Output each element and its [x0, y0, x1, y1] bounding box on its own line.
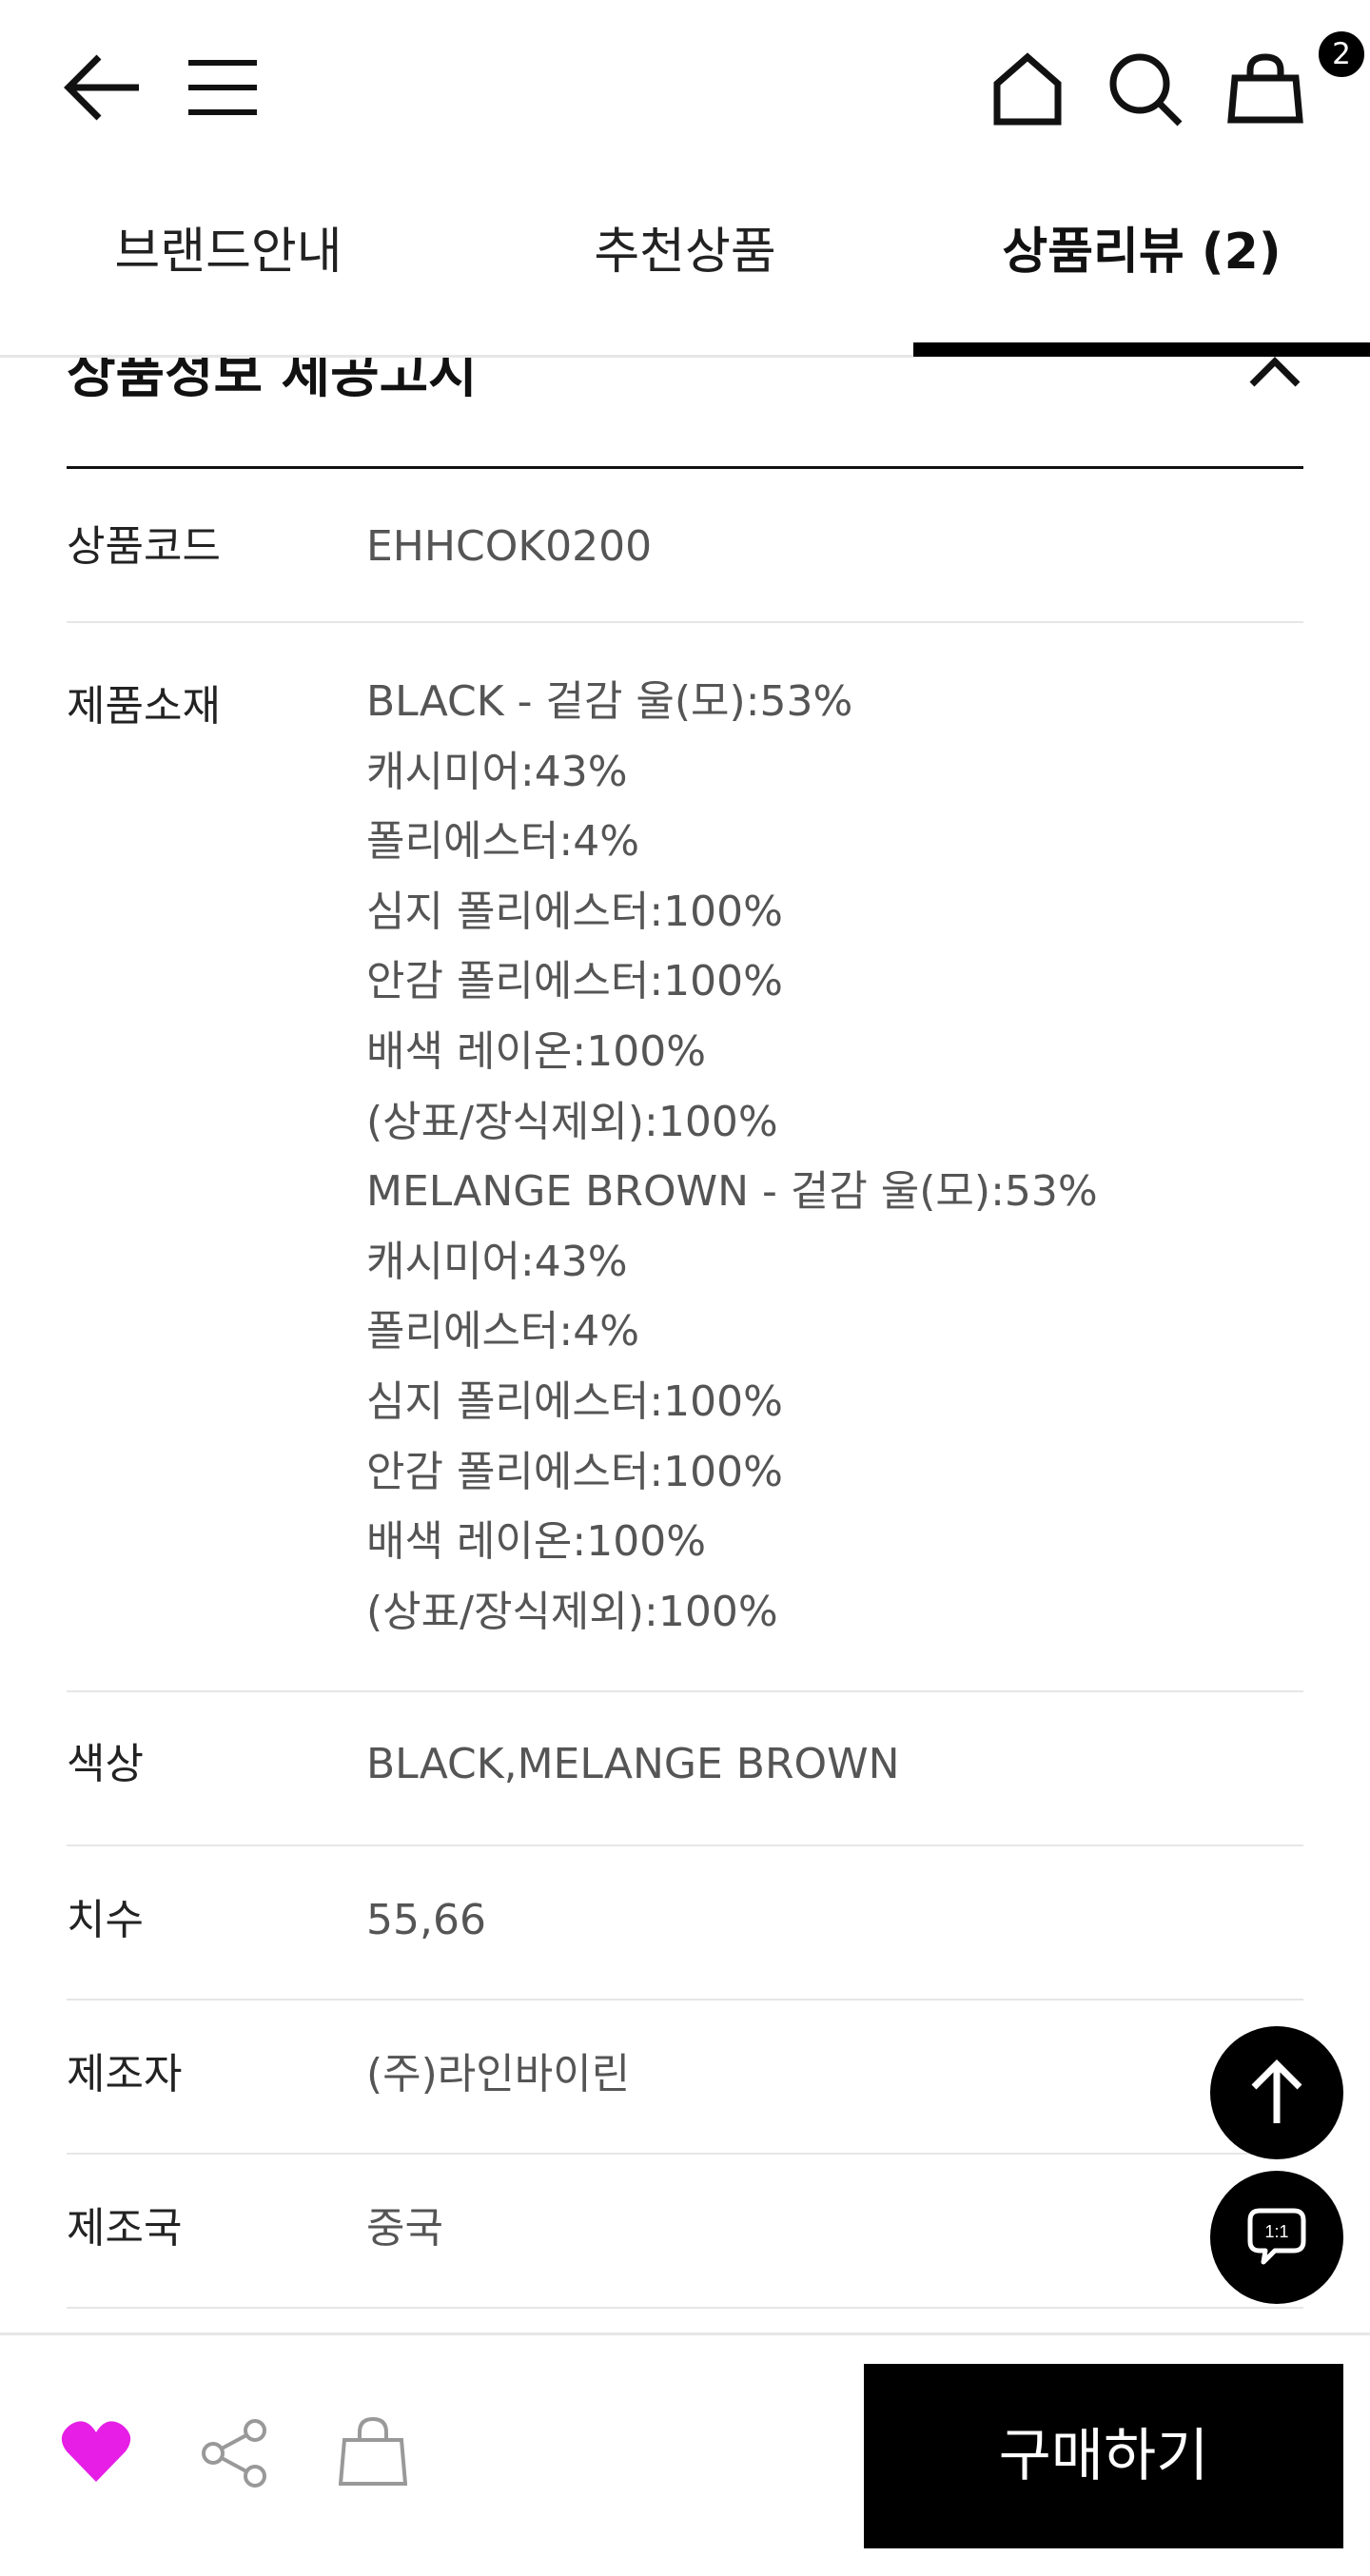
arrow-up-icon — [1251, 2059, 1302, 2123]
info-value-line: 심지 폴리에스터:100% — [366, 887, 783, 936]
info-value-line: BLACK,MELANGE BROWN — [366, 1740, 900, 1789]
info-value-line: 55,66 — [366, 1896, 486, 1945]
active-tab-indicator — [913, 342, 1370, 357]
info-row-product-code: 상품코드 EHHCOK0200 — [67, 469, 1303, 623]
chat-label: 1:1 — [1264, 2222, 1288, 2241]
home-icon[interactable] — [989, 51, 1066, 127]
top-header: 2 — [0, 0, 1370, 181]
cart-count-badge: 2 — [1315, 28, 1368, 81]
info-value-line: (주)라인바이린 — [366, 2050, 631, 2099]
info-value-line: 폴리에스터:4% — [366, 1307, 640, 1356]
info-value-line: BLACK - 겉감 울(모):53% — [366, 677, 853, 726]
chat-button[interactable]: 1:1 — [1210, 2171, 1343, 2304]
info-label: 상품코드 — [67, 522, 221, 571]
info-row-material: 제품소재 BLACK - 겉감 울(모):53% 캐시미어:43% 폴리에스터:… — [67, 623, 1303, 1693]
tab-brand-info[interactable]: 브랜드안내 — [0, 181, 457, 357]
tab-bar: 브랜드안내 추천상품 상품리뷰 (2) — [0, 181, 1370, 357]
info-value-line: 안감 폴리에스터:100% — [366, 957, 783, 1006]
tab-reviews[interactable]: 상품리뷰 (2) — [913, 181, 1370, 357]
info-value-line: 배색 레이온:100% — [366, 1026, 707, 1076]
info-value: 55,66 — [366, 1892, 1303, 1949]
product-info-table: 상품코드 EHHCOK0200 제품소재 BLACK - 겉감 울(모):53%… — [67, 469, 1303, 2310]
info-value-line: MELANGE BROWN - 겉감 울(모):53% — [366, 1167, 1098, 1217]
info-value: BLACK,MELANGE BROWN — [366, 1736, 1303, 1793]
shopping-bag-icon[interactable] — [338, 2415, 408, 2491]
info-value-line: 캐시미어:43% — [366, 747, 628, 796]
tab-recommended[interactable]: 추천상품 — [457, 181, 913, 357]
back-arrow-icon[interactable] — [63, 49, 143, 126]
bottom-action-bar: 구매하기 — [0, 2332, 1370, 2576]
info-value: EHHCOK0200 — [366, 518, 1303, 576]
info-label: 제품소재 — [67, 682, 221, 731]
info-row-manufacturer: 제조자 (주)라인바이린 — [67, 2000, 1303, 2156]
info-value-line: 캐시미어:43% — [366, 1237, 628, 1286]
cart-icon[interactable] — [1227, 51, 1303, 127]
info-label: 제조자 — [67, 2050, 183, 2099]
info-value-line: EHHCOK0200 — [366, 522, 653, 571]
info-value-line: 폴리에스터:4% — [366, 817, 640, 867]
buy-button[interactable]: 구매하기 — [864, 2364, 1343, 2548]
chevron-up-icon[interactable] — [1246, 352, 1303, 394]
menu-icon[interactable] — [186, 57, 259, 118]
info-row-color: 색상 BLACK,MELANGE BROWN — [67, 1692, 1303, 1847]
info-label: 치수 — [67, 1896, 144, 1945]
info-label: 색상 — [67, 1740, 144, 1789]
heart-icon[interactable] — [61, 2419, 131, 2488]
info-value: BLACK - 겉감 울(모):53% 캐시미어:43% 폴리에스터:4% 심지… — [366, 667, 1303, 1647]
info-value-line: 안감 폴리에스터:100% — [366, 1447, 783, 1496]
scroll-top-button[interactable] — [1210, 2026, 1343, 2159]
info-value-line: (상표/장식제외):100% — [366, 1587, 778, 1636]
info-row-country: 제조국 중국 — [67, 2155, 1303, 2310]
info-value: (주)라인바이린 — [366, 2046, 1303, 2103]
tabs-divider — [0, 355, 913, 358]
info-value-line: (상표/장식제외):100% — [366, 1097, 778, 1146]
info-value: 중국 — [366, 2200, 1303, 2257]
chat-bubble-icon: 1:1 — [1247, 2208, 1306, 2265]
info-value-line: 중국 — [366, 2204, 443, 2254]
info-value-line: 배색 레이온:100% — [366, 1517, 707, 1567]
info-value-line: 심지 폴리에스터:100% — [366, 1376, 783, 1426]
info-row-size: 치수 55,66 — [67, 1846, 1303, 2001]
share-icon[interactable] — [200, 2419, 272, 2491]
info-label: 제조국 — [67, 2204, 183, 2254]
search-icon[interactable] — [1107, 51, 1184, 127]
